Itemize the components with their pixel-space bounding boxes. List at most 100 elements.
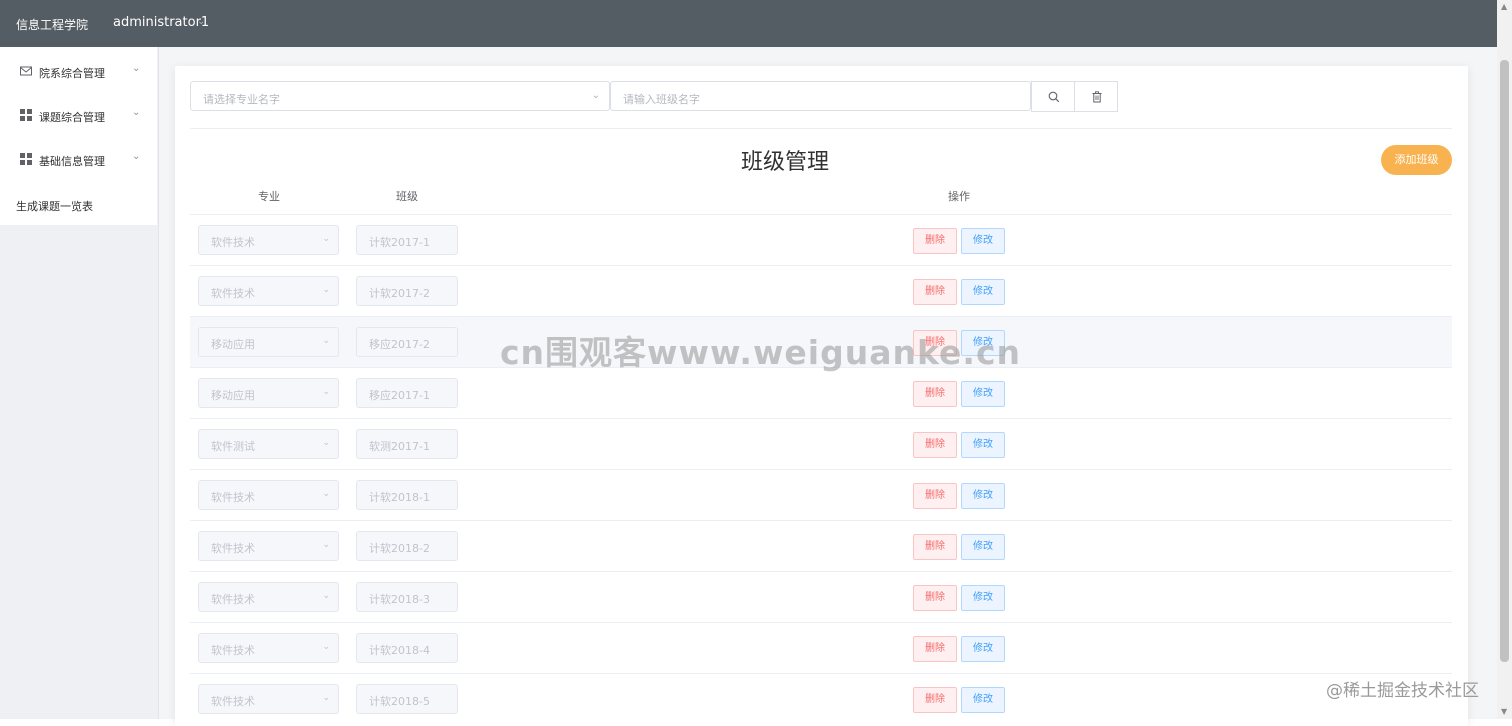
major-value: 软件测试 (211, 440, 255, 453)
scrollbar-thumb[interactable] (1500, 60, 1509, 662)
table-row: 软件技术 ⌄ 计软2018-5 删除 修改 (190, 673, 1452, 719)
major-value: 软件技术 (211, 644, 255, 657)
class-input-cell[interactable]: 移应2017-2 (356, 327, 458, 357)
class-input-cell[interactable]: 计软2018-1 (356, 480, 458, 510)
chevron-down-icon: ⌄ (322, 234, 330, 244)
major-select-cell[interactable]: 软件技术 ⌄ (198, 582, 339, 612)
add-class-button[interactable]: 添加班级 (1381, 145, 1452, 175)
class-value: 计软2018-4 (369, 644, 430, 657)
class-value: 软测2017-1 (369, 440, 430, 453)
vertical-scrollbar[interactable]: ▲ ▼ (1497, 0, 1512, 719)
scroll-up-icon[interactable]: ▲ (1501, 2, 1507, 11)
search-button[interactable] (1031, 81, 1075, 112)
major-value: 移动应用 (211, 338, 255, 351)
trash-icon (1092, 91, 1102, 103)
delete-button[interactable]: 删除 (913, 279, 957, 305)
delete-button[interactable]: 删除 (913, 432, 957, 458)
edit-button[interactable]: 修改 (961, 432, 1005, 458)
major-select-cell[interactable]: 移动应用 ⌄ (198, 327, 339, 357)
edit-button[interactable]: 修改 (961, 687, 1005, 713)
major-select-cell[interactable]: 软件技术 ⌄ (198, 684, 339, 714)
major-value: 软件技术 (211, 542, 255, 555)
class-value: 移应2017-2 (369, 338, 430, 351)
delete-button[interactable]: 删除 (913, 534, 957, 560)
envelope-icon (20, 65, 32, 77)
table-row: 软件技术 ⌄ 计软2017-1 删除 修改 (190, 214, 1452, 265)
sidebar-menu: 院系综合管理 ⌄ 课题综合管理 ⌄ 基础信息管理 ⌄ 生成课题一览表 (0, 47, 157, 225)
sidebar: 院系综合管理 ⌄ 课题综合管理 ⌄ 基础信息管理 ⌄ 生成课题一览表 (0, 47, 159, 719)
chevron-down-icon: ⌄ (322, 693, 330, 703)
major-value: 软件技术 (211, 287, 255, 300)
user-menu[interactable]: administrator1 (113, 15, 209, 30)
major-value: 移动应用 (211, 389, 255, 402)
major-select-cell[interactable]: 软件技术 ⌄ (198, 480, 339, 510)
chevron-down-icon[interactable]: ⌄ (197, 16, 205, 27)
sidebar-item-basic-info[interactable]: 基础信息管理 ⌄ (0, 137, 157, 181)
class-input-cell[interactable]: 计软2017-1 (356, 225, 458, 255)
brand-title[interactable]: 信息工程学院 (16, 16, 88, 33)
clear-button[interactable] (1074, 81, 1118, 112)
sidebar-item-label: 课题综合管理 (39, 111, 105, 124)
edit-button[interactable]: 修改 (961, 279, 1005, 305)
table-row: 软件技术 ⌄ 计软2017-2 删除 修改 (190, 265, 1452, 316)
chevron-down-icon: ⌄ (322, 540, 330, 550)
class-input-cell[interactable]: 计软2018-3 (356, 582, 458, 612)
class-input-placeholder: 请输入班级名字 (623, 93, 700, 106)
chevron-down-icon: ⌄ (322, 438, 330, 448)
sidebar-item-label: 基础信息管理 (39, 155, 105, 168)
table-row: 软件技术 ⌄ 计软2018-2 删除 修改 (190, 520, 1452, 571)
chevron-down-icon: ⌄ (132, 151, 141, 162)
major-select-cell[interactable]: 软件技术 ⌄ (198, 531, 339, 561)
major-select-cell[interactable]: 软件技术 ⌄ (198, 276, 339, 306)
edit-button[interactable]: 修改 (961, 228, 1005, 254)
major-select-cell[interactable]: 软件技术 ⌄ (198, 225, 339, 255)
chevron-down-icon: ⌄ (322, 336, 330, 346)
major-select[interactable]: 请选择专业名字 ⌄ (190, 81, 610, 111)
major-select-cell[interactable]: 软件技术 ⌄ (198, 633, 339, 663)
delete-button[interactable]: 删除 (913, 228, 957, 254)
sidebar-item-generate-list[interactable]: 生成课题一览表 (16, 198, 93, 214)
class-input-cell[interactable]: 软测2017-1 (356, 429, 458, 459)
class-search-input[interactable]: 请输入班级名字 (610, 81, 1031, 111)
table-row: 移动应用 ⌄ 移应2017-1 删除 修改 (190, 367, 1452, 418)
table-row: 软件技术 ⌄ 计软2018-3 删除 修改 (190, 571, 1452, 622)
table-row: 软件测试 ⌄ 软测2017-1 删除 修改 (190, 418, 1452, 469)
class-value: 计软2018-5 (369, 695, 430, 708)
search-icon (1048, 91, 1060, 103)
chevron-down-icon: ⌄ (322, 591, 330, 601)
class-value: 计软2018-1 (369, 491, 430, 504)
chevron-down-icon: ⌄ (322, 285, 330, 295)
delete-button[interactable]: 删除 (913, 636, 957, 662)
class-value: 计软2017-1 (369, 236, 430, 249)
class-input-cell[interactable]: 计软2018-5 (356, 684, 458, 714)
edit-button[interactable]: 修改 (961, 483, 1005, 509)
chevron-down-icon: ⌄ (591, 90, 600, 101)
edit-button[interactable]: 修改 (961, 636, 1005, 662)
class-input-cell[interactable]: 计软2017-2 (356, 276, 458, 306)
class-input-cell[interactable]: 计软2018-2 (356, 531, 458, 561)
delete-button[interactable]: 删除 (913, 381, 957, 407)
scroll-down-icon[interactable]: ▼ (1501, 707, 1507, 716)
top-navbar: 信息工程学院 administrator1 ⌄ (0, 0, 1497, 47)
edit-button[interactable]: 修改 (961, 585, 1005, 611)
column-header-actions: 操作 (948, 190, 970, 203)
delete-button[interactable]: 删除 (913, 585, 957, 611)
major-select-cell[interactable]: 移动应用 ⌄ (198, 378, 339, 408)
sidebar-item-department[interactable]: 院系综合管理 ⌄ (0, 49, 157, 93)
major-select-placeholder: 请选择专业名字 (203, 93, 280, 106)
major-value: 软件技术 (211, 593, 255, 606)
class-input-cell[interactable]: 移应2017-1 (356, 378, 458, 408)
class-value: 计软2018-3 (369, 593, 430, 606)
class-input-cell[interactable]: 计软2018-4 (356, 633, 458, 663)
edit-button[interactable]: 修改 (961, 534, 1005, 560)
sidebar-item-topics[interactable]: 课题综合管理 ⌄ (0, 93, 157, 137)
edit-button[interactable]: 修改 (961, 381, 1005, 407)
class-value: 移应2017-1 (369, 389, 430, 402)
delete-button[interactable]: 删除 (913, 687, 957, 713)
grid-icon (20, 153, 32, 165)
delete-button[interactable]: 删除 (913, 483, 957, 509)
chevron-down-icon: ⌄ (322, 489, 330, 499)
class-value: 计软2018-2 (369, 542, 430, 555)
divider (190, 128, 1452, 129)
major-select-cell[interactable]: 软件测试 ⌄ (198, 429, 339, 459)
